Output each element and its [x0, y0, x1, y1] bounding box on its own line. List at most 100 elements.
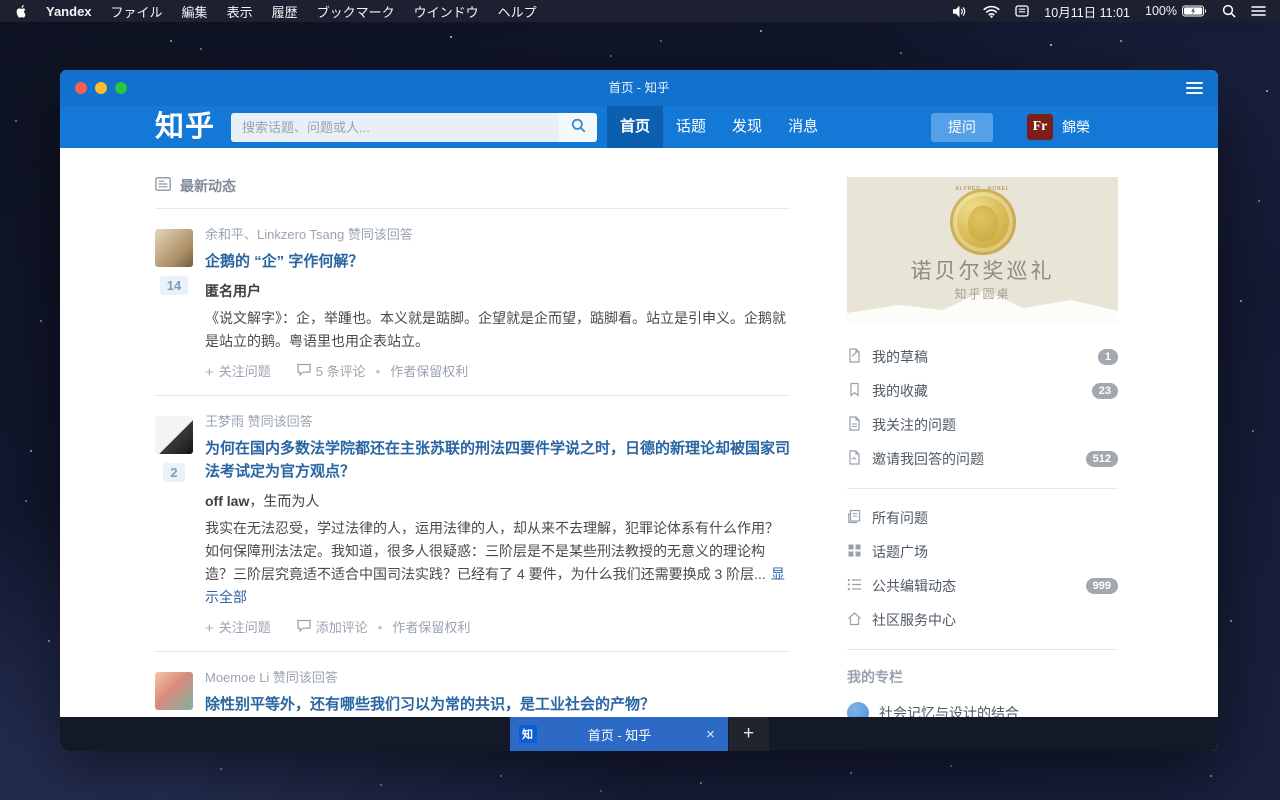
search-icon	[571, 118, 586, 136]
banner-subtitle: 知乎圆桌	[847, 285, 1118, 302]
sidebar-item-collections[interactable]: 我的收藏 23	[847, 374, 1118, 408]
battery-indicator[interactable]: 100%	[1145, 4, 1207, 18]
column-item[interactable]: 社会记忆与设计的结合	[847, 702, 1118, 717]
menu-edit[interactable]: 編集	[182, 2, 208, 21]
username[interactable]: 錦榮	[1062, 117, 1090, 137]
apple-logo-icon[interactable]	[14, 4, 27, 19]
window-titlebar: 首页 - 知乎	[60, 70, 1218, 106]
answer-author-avatar[interactable]	[155, 229, 193, 267]
house-icon	[847, 611, 862, 629]
dot-separator: •	[378, 619, 383, 637]
question-link[interactable]: 为何在国内多数法学院都还在主张苏联的刑法四要件学说之时，日德的新理论却被国家司法…	[205, 437, 790, 483]
sidebar-community-list: 所有问题 话题广场 公共编辑动态 999 社区服务中心	[847, 501, 1118, 637]
zoom-window-button[interactable]	[115, 82, 127, 94]
sidebar-personal-list: 我的草稿 1 我的收藏 23 我关注的问题 邀请我回答的问题 512	[847, 340, 1118, 476]
dot-separator: •	[376, 363, 381, 381]
answer-author-name[interactable]: off law	[205, 493, 249, 509]
feed-item-meta[interactable]: 余和平、Linkzero Tsang 赞同该回答	[205, 226, 790, 244]
plus-icon: +	[205, 366, 214, 379]
grid-icon	[847, 543, 862, 561]
window-controls	[75, 82, 127, 94]
count-badge: 1	[1098, 349, 1118, 365]
nobel-banner[interactable]: ALFRED · NOBEL 诺贝尔奖巡礼 知乎圆桌	[847, 177, 1118, 323]
feed-section-header: 最新动态	[155, 176, 790, 209]
search-button[interactable]	[559, 113, 597, 142]
sidebar-item-invited-questions[interactable]: 邀请我回答的问题 512	[847, 442, 1118, 476]
active-tab[interactable]: 知 首页 - 知乎 ×	[510, 717, 728, 751]
menu-file[interactable]: ファイル	[111, 2, 163, 21]
nav-explore[interactable]: 发现	[719, 106, 775, 148]
menu-bookmarks[interactable]: ブックマーク	[317, 2, 395, 21]
feed-item: 14 余和平、Linkzero Tsang 赞同该回答 企鹅的 “企” 字作何解…	[155, 209, 790, 396]
follow-question-action[interactable]: +关注问题	[205, 619, 271, 637]
tab-close-icon[interactable]: ×	[703, 726, 719, 743]
battery-icon	[1182, 5, 1207, 17]
add-comment-action[interactable]: 添加评论	[297, 619, 368, 637]
notification-center-icon[interactable]	[1251, 5, 1266, 17]
status-app-icon[interactable]	[1015, 5, 1029, 17]
answer-author-line: off law，生而为人	[205, 491, 790, 511]
menubar-clock[interactable]: 10月11日 11:01	[1044, 2, 1130, 21]
user-avatar[interactable]: Fr	[1027, 114, 1053, 140]
question-link[interactable]: 企鹅的 “企” 字作何解？	[205, 250, 790, 273]
plus-icon: +	[205, 622, 214, 635]
user-menu[interactable]: Fr 錦榮	[1027, 114, 1090, 140]
zhihu-logo[interactable]: 知乎	[155, 106, 215, 148]
comment-icon	[297, 619, 311, 637]
sidebar: ALFRED · NOBEL 诺贝尔奖巡礼 知乎圆桌 我的草稿 1 我的收藏 2…	[847, 148, 1118, 717]
nav-messages[interactable]: 消息	[775, 106, 831, 148]
comment-icon	[297, 363, 311, 381]
close-window-button[interactable]	[75, 82, 87, 94]
answer-author-avatar[interactable]	[155, 416, 193, 454]
list-icon	[847, 578, 862, 594]
column-item-label: 社会记忆与设计的结合	[879, 703, 1019, 717]
answer-author-name[interactable]: 匿名用户	[205, 283, 261, 299]
vote-count[interactable]: 14	[160, 276, 188, 295]
sidebar-item-topic-square[interactable]: 话题广场	[847, 535, 1118, 569]
all-questions-icon	[847, 509, 862, 527]
draft-icon	[847, 348, 862, 366]
sidebar-divider	[847, 649, 1118, 650]
macos-menubar: Yandex ファイル 編集 表示 履歴 ブックマーク ウインドウ ヘルプ 10…	[0, 0, 1280, 22]
question-link[interactable]: 除性别平等外，还有哪些我们习以为常的共识，是工业社会的产物？	[205, 693, 790, 716]
minimize-window-button[interactable]	[95, 82, 107, 94]
banner-title: 诺贝尔奖巡礼	[847, 255, 1118, 285]
browser-menu-icon[interactable]	[1186, 82, 1203, 94]
followed-question-icon	[847, 416, 862, 434]
follow-question-action[interactable]: +关注问题	[205, 363, 271, 381]
menu-window[interactable]: ウインドウ	[414, 2, 479, 21]
browser-tab-bar: 知 首页 - 知乎 × +	[60, 717, 1218, 751]
feed-item-meta[interactable]: 王梦雨 赞同该回答	[205, 413, 790, 431]
nav-topics[interactable]: 话题	[663, 106, 719, 148]
new-tab-button[interactable]: +	[729, 717, 769, 751]
sidebar-item-community-service[interactable]: 社区服务中心	[847, 603, 1118, 637]
volume-icon[interactable]	[952, 5, 968, 18]
menu-history[interactable]: 履歴	[272, 2, 298, 21]
wifi-icon[interactable]	[983, 5, 1000, 18]
sidebar-item-all-questions[interactable]: 所有问题	[847, 501, 1118, 535]
sidebar-divider	[847, 488, 1118, 489]
menu-help[interactable]: ヘルプ	[498, 2, 537, 21]
feed-icon	[155, 177, 171, 196]
battery-percent: 100%	[1145, 4, 1177, 18]
nav-home[interactable]: 首页	[607, 106, 663, 148]
search-input[interactable]	[231, 113, 559, 142]
sidebar-item-public-edits[interactable]: 公共编辑动态 999	[847, 569, 1118, 603]
feed-item-meta[interactable]: Moemoe Li 赞同该回答	[205, 669, 790, 687]
search-bar	[231, 113, 597, 142]
sidebar-item-followed-questions[interactable]: 我关注的问题	[847, 408, 1118, 442]
vote-count[interactable]: 2	[163, 463, 184, 482]
my-columns-title: 我的专栏	[847, 667, 1118, 687]
menu-view[interactable]: 表示	[227, 2, 253, 21]
sidebar-item-drafts[interactable]: 我的草稿 1	[847, 340, 1118, 374]
menubar-app-name[interactable]: Yandex	[46, 4, 92, 19]
answer-author-avatar[interactable]	[155, 672, 193, 710]
spotlight-icon[interactable]	[1222, 4, 1236, 18]
main-nav: 首页 话题 发现 消息	[607, 106, 831, 148]
window-title: 首页 - 知乎	[60, 70, 1218, 106]
answer-actions: +关注问题 添加评论 • 作者保留权利	[205, 619, 790, 637]
comments-action[interactable]: 5 条评论	[297, 363, 366, 381]
rights-action[interactable]: 作者保留权利	[390, 363, 468, 381]
rights-action[interactable]: 作者保留权利	[392, 619, 470, 637]
ask-question-button[interactable]: 提问	[931, 113, 993, 142]
